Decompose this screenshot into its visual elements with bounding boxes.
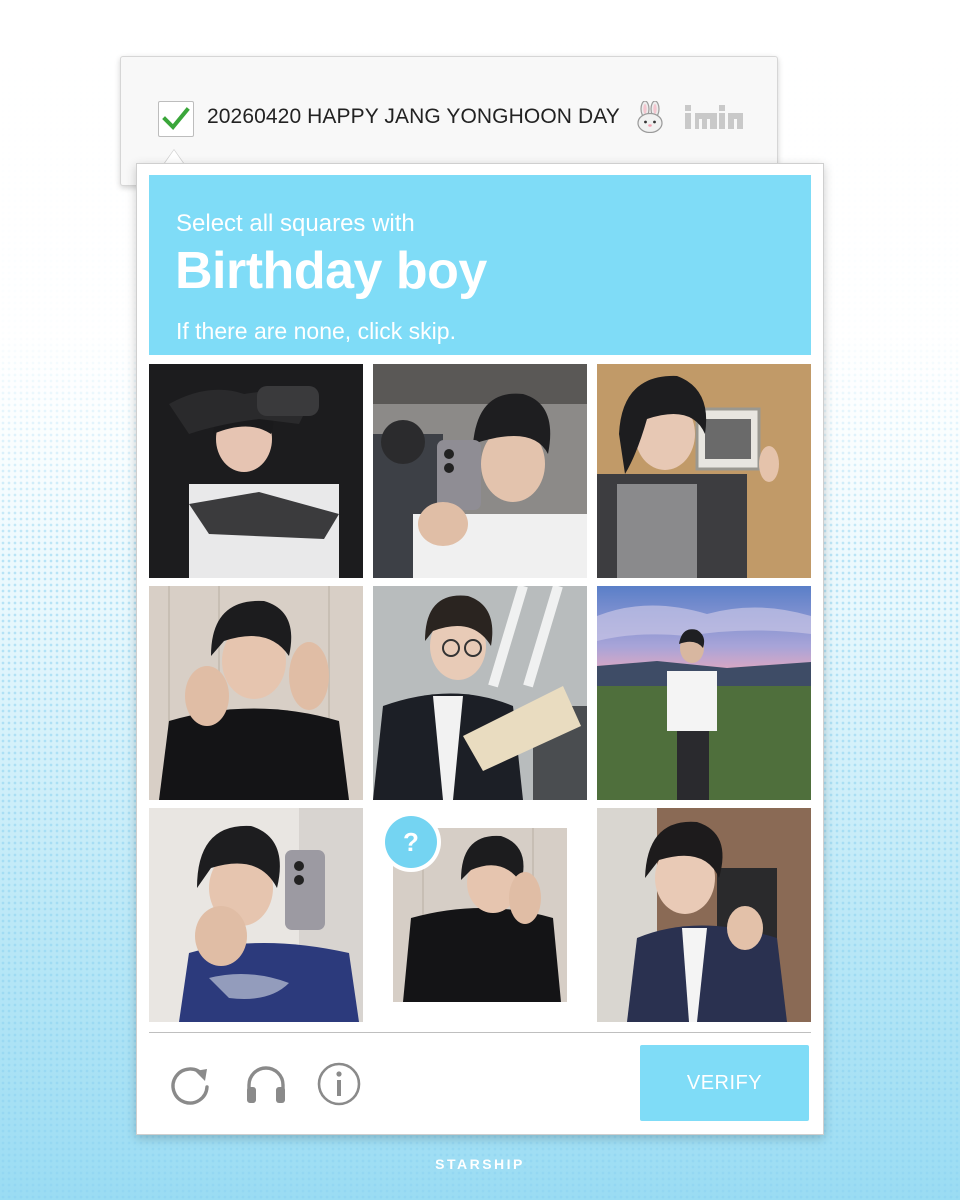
photo-reading-book-glasses — [373, 586, 587, 800]
photo-school-uniform — [597, 808, 811, 1022]
photo-hands-frame-face — [149, 586, 363, 800]
grid-tile-9[interactable] — [597, 808, 811, 1022]
widget-title: 20260420 HAPPY JANG YONGHOON DAY — [207, 105, 620, 128]
captcha-checkbox[interactable] — [158, 101, 194, 137]
photo-wood-wall-profile — [597, 364, 811, 578]
image-grid: ? — [149, 364, 811, 1022]
reload-icon[interactable] — [167, 1061, 213, 1107]
popup-pointer — [164, 149, 184, 163]
verify-button[interactable]: VERIFY — [640, 1045, 809, 1121]
grid-tile-4[interactable] — [149, 586, 363, 800]
tile-8-selected-badge: ? — [385, 816, 437, 868]
grid-tile-3[interactable] — [597, 364, 811, 578]
rabbit-emoji-icon — [637, 101, 663, 133]
captcha-challenge-popup: Select all squares with Birthday boy If … — [136, 163, 824, 1135]
info-icon[interactable] — [316, 1061, 362, 1107]
grid-tile-6[interactable] — [597, 586, 811, 800]
challenge-header: Select all squares with Birthday boy If … — [149, 175, 811, 355]
photo-mirror-selfie-rings — [149, 808, 363, 1022]
headphones-icon[interactable] — [243, 1061, 289, 1107]
grid-tile-1[interactable] — [149, 364, 363, 578]
check-icon — [162, 107, 190, 130]
challenge-skip-hint: If there are none, click skip. — [176, 318, 456, 344]
grid-tile-2[interactable] — [373, 364, 587, 578]
group-logo-icon — [685, 105, 743, 129]
grid-tile-7[interactable] — [149, 808, 363, 1022]
photo-black-gloves-pose — [149, 364, 363, 578]
brand-logo: STARSHIP — [435, 1156, 525, 1172]
grid-tile-5[interactable] — [373, 586, 587, 800]
challenge-target: Birthday boy — [175, 242, 487, 300]
photo-field-sunset-sky — [597, 586, 811, 800]
footer-divider — [149, 1032, 811, 1033]
challenge-instruction: Select all squares with — [176, 210, 415, 237]
photo-mirror-selfie-phone — [373, 364, 587, 578]
